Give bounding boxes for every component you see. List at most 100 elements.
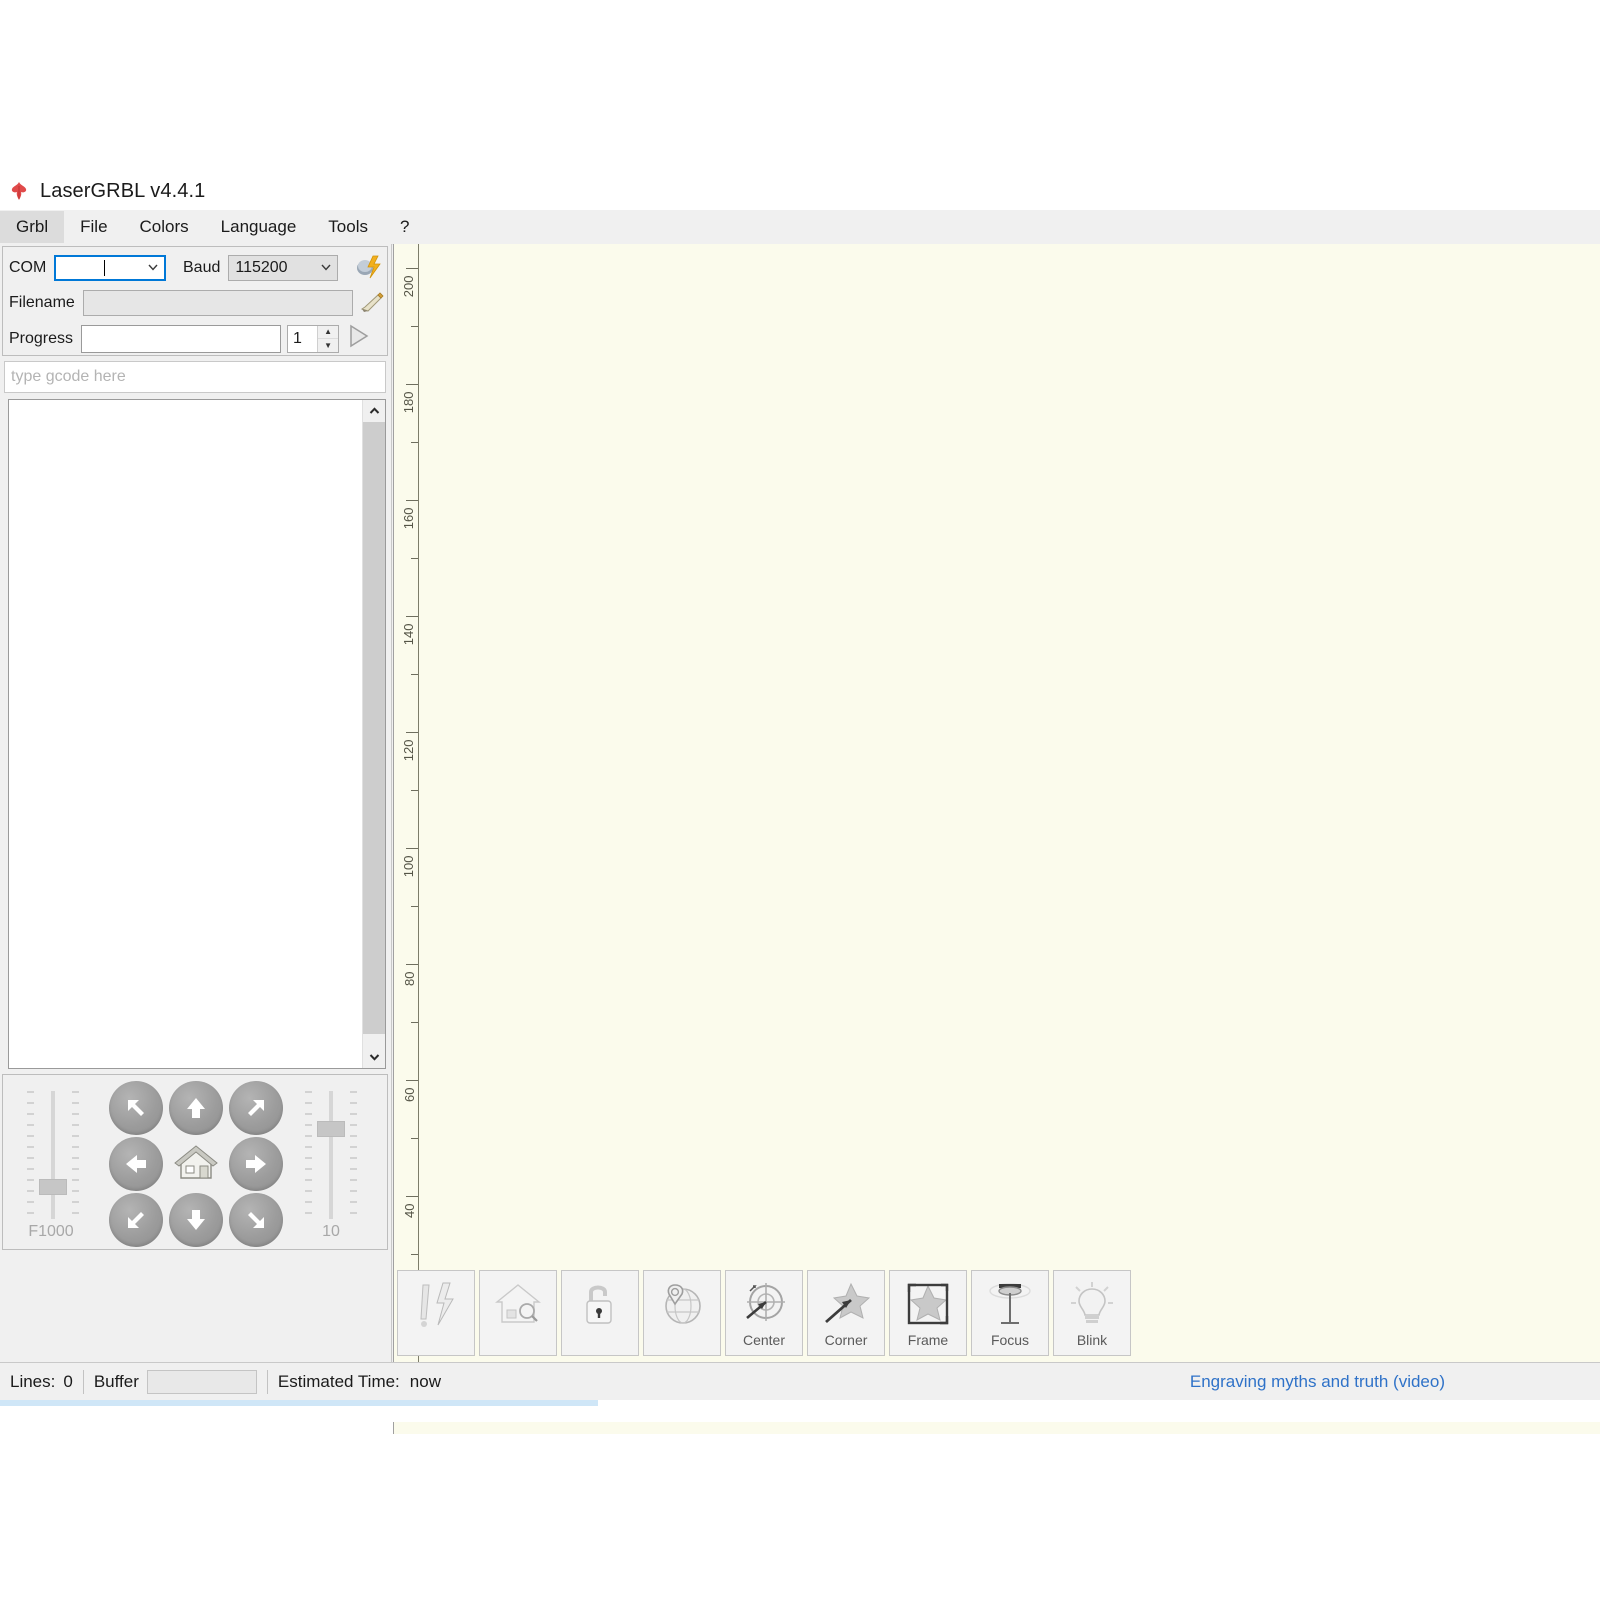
stepper-buttons[interactable]: ▲ ▼	[317, 326, 338, 352]
laser-power-icon	[413, 1275, 459, 1333]
filename-field[interactable]	[83, 290, 353, 316]
arrow-left-icon	[121, 1149, 151, 1179]
engraving-video-link[interactable]: Engraving myths and truth (video)	[1190, 1363, 1445, 1401]
feed-rate-label: F1000	[11, 1223, 91, 1241]
step-slider-thumb[interactable]	[317, 1121, 345, 1137]
work-area-viewer[interactable]: 200 180 160 140 120 100 80 60 40 20 0 0	[393, 244, 1600, 1434]
feed-slider-thumb[interactable]	[39, 1179, 67, 1195]
lines-label: Lines:	[10, 1372, 55, 1392]
menu-item-file[interactable]: File	[64, 211, 123, 243]
estimated-time-status: Estimated Time: now	[268, 1363, 451, 1400]
tool-globe-button[interactable]	[643, 1270, 721, 1356]
left-panel: COM Baud 115200	[0, 244, 392, 1362]
menu-item-language[interactable]: Language	[205, 211, 313, 243]
menu-label-tools: Tools	[328, 217, 368, 236]
jog-left-button[interactable]	[109, 1137, 163, 1191]
stepper-up-icon[interactable]: ▲	[318, 326, 338, 340]
filename-row: Filename	[9, 290, 353, 316]
arrow-down-left-icon	[121, 1205, 151, 1235]
run-button[interactable]	[347, 323, 371, 354]
tool-blink-label: Blink	[1077, 1333, 1107, 1347]
tool-home-button[interactable]	[479, 1270, 557, 1356]
chevron-down-icon	[315, 262, 337, 274]
feed-slider-track[interactable]	[51, 1091, 55, 1219]
home-search-icon	[493, 1275, 543, 1333]
jog-home-button[interactable]	[169, 1137, 223, 1191]
step-slider[interactable]	[303, 1087, 359, 1227]
menu-label-help: ?	[400, 217, 409, 236]
arrow-right-icon	[241, 1149, 271, 1179]
step-slider-track[interactable]	[329, 1091, 333, 1219]
menu-item-grbl[interactable]: Grbl	[0, 211, 64, 243]
jog-pad	[107, 1081, 285, 1241]
open-file-button[interactable]	[359, 289, 385, 320]
jog-right-button[interactable]	[229, 1137, 283, 1191]
menu-item-tools[interactable]: Tools	[312, 211, 384, 243]
tool-frame-button[interactable]: Frame	[889, 1270, 967, 1356]
window-title: LaserGRBL v4.4.1	[40, 180, 205, 203]
tool-corner-button[interactable]: Corner	[807, 1270, 885, 1356]
jog-up-left-button[interactable]	[109, 1081, 163, 1135]
console-scrollbar[interactable]	[362, 400, 385, 1068]
repeat-count-stepper[interactable]: 1 ▲ ▼	[287, 325, 339, 353]
menu-item-colors[interactable]: Colors	[124, 211, 205, 243]
menu-label-file: File	[80, 217, 107, 236]
feed-slider[interactable]	[25, 1087, 81, 1227]
tool-center-button[interactable]: Center	[725, 1270, 803, 1356]
scroll-up-icon[interactable]	[363, 400, 385, 422]
tool-focus-button[interactable]: Focus	[971, 1270, 1049, 1356]
console-log-box[interactable]	[8, 399, 386, 1069]
vertical-ruler: 200 180 160 140 120 100 80 60 40 20 0	[394, 244, 419, 1412]
status-bar: Lines: 0 Buffer Estimated Time: now Engr…	[0, 1362, 1600, 1400]
play-run-icon	[347, 336, 371, 353]
baud-select[interactable]: 115200	[228, 255, 338, 281]
jog-up-right-button[interactable]	[229, 1081, 283, 1135]
gcode-input[interactable]: type gcode here	[4, 361, 386, 393]
progress-row: Progress 1 ▲ ▼	[9, 323, 371, 354]
laser-canvas[interactable]	[418, 244, 1600, 1412]
menu-label-colors: Colors	[140, 217, 189, 236]
scroll-down-icon[interactable]	[363, 1046, 385, 1068]
arrow-up-icon	[181, 1093, 211, 1123]
app-window: LaserGRBL v4.4.1 Grbl File Colors Langua…	[0, 172, 1600, 1400]
bottom-toolbar: Center Corner	[397, 1270, 1137, 1362]
filename-label: Filename	[9, 294, 75, 312]
jog-down-button[interactable]	[169, 1193, 223, 1247]
lines-status: Lines: 0	[0, 1363, 83, 1400]
menu-label-language: Language	[221, 217, 297, 236]
com-row: COM	[9, 255, 166, 281]
tool-blink-button[interactable]: Blink	[1053, 1270, 1131, 1356]
jog-area: F1000	[2, 1074, 388, 1250]
tool-unlock-button[interactable]	[561, 1270, 639, 1356]
com-select[interactable]	[54, 255, 166, 281]
baud-value: 115200	[229, 259, 287, 277]
buffer-gauge	[147, 1370, 257, 1394]
step-size-label: 10	[291, 1223, 371, 1241]
jog-down-right-button[interactable]	[229, 1193, 283, 1247]
scrollbar-thumb[interactable]	[363, 422, 385, 1034]
open-file-pencil-icon	[359, 289, 385, 320]
menu-bar: Grbl File Colors Language Tools ?	[0, 210, 1600, 245]
chevron-down-icon	[142, 262, 164, 274]
estimated-time-label: Estimated Time:	[278, 1372, 400, 1392]
jog-down-left-button[interactable]	[109, 1193, 163, 1247]
connect-plug-icon	[355, 253, 385, 286]
stepper-down-icon[interactable]: ▼	[318, 339, 338, 352]
menu-item-help[interactable]: ?	[384, 211, 425, 243]
buffer-status: Buffer	[84, 1363, 267, 1400]
tool-focus-label: Focus	[991, 1333, 1029, 1347]
frame-icon	[903, 1275, 953, 1333]
blink-bulb-icon	[1069, 1275, 1115, 1333]
connect-button[interactable]	[355, 253, 385, 286]
repeat-count-value: 1	[288, 330, 317, 348]
center-target-icon	[739, 1275, 789, 1333]
taskbar-active-window[interactable]	[0, 1400, 598, 1406]
home-icon	[173, 1142, 219, 1187]
title-bar: LaserGRBL v4.4.1	[0, 172, 1600, 210]
jog-up-button[interactable]	[169, 1081, 223, 1135]
baud-label: Baud	[183, 259, 220, 277]
arrow-down-right-icon	[241, 1205, 271, 1235]
tool-laser-power-button[interactable]	[397, 1270, 475, 1356]
unlock-padlock-icon	[580, 1275, 620, 1333]
globe-position-icon	[658, 1275, 706, 1333]
